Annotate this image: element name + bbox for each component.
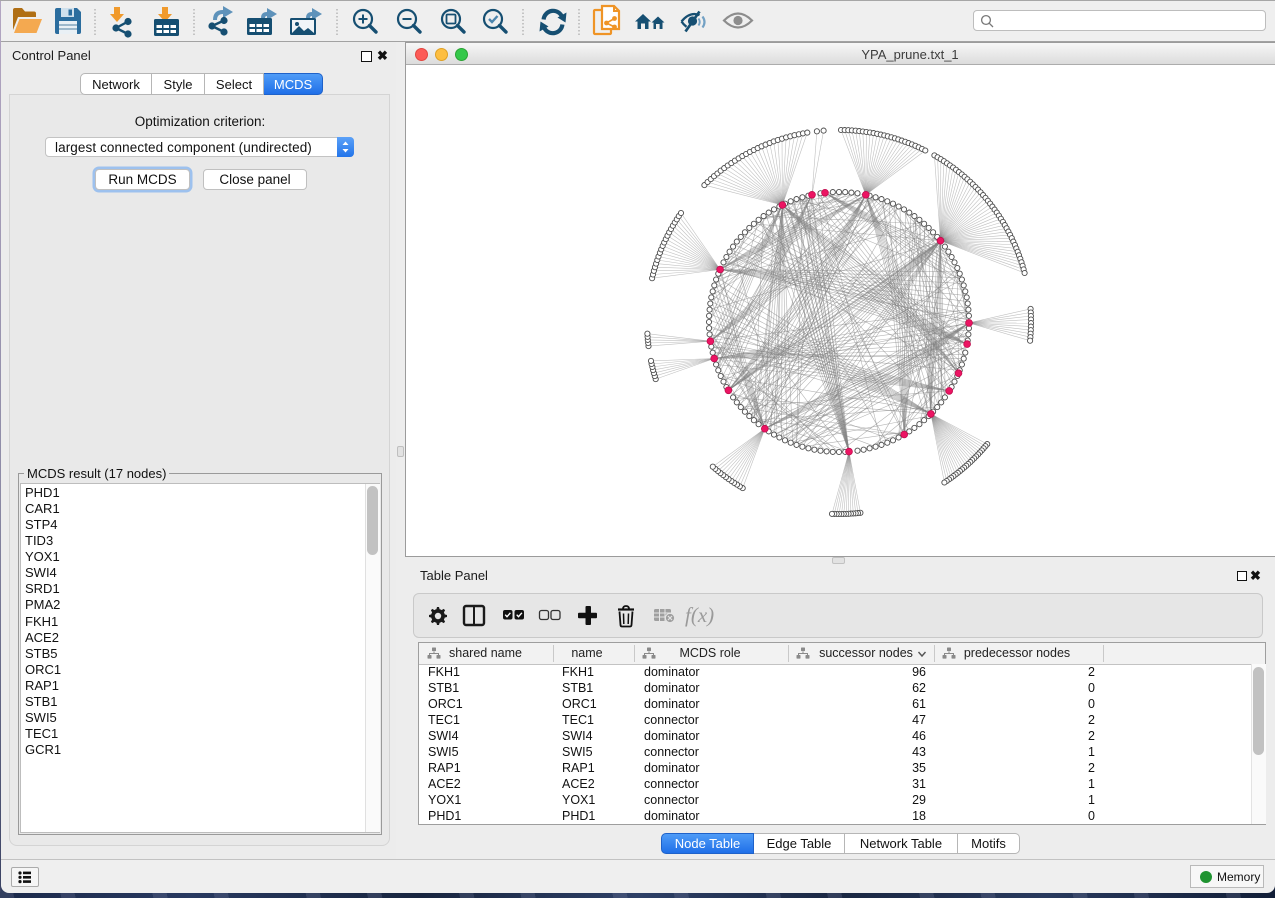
svg-text:f(x): f(x) — [685, 603, 714, 627]
